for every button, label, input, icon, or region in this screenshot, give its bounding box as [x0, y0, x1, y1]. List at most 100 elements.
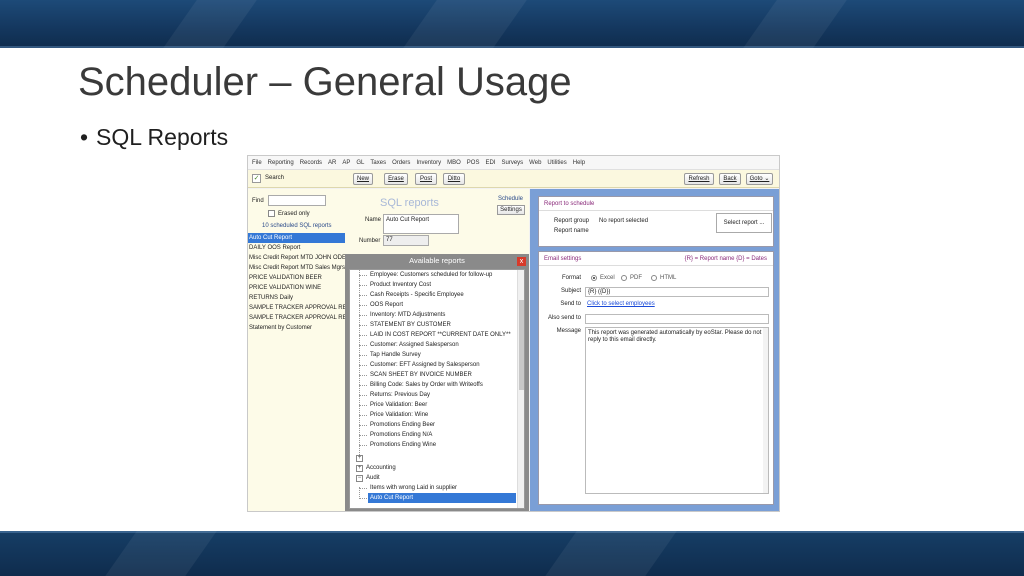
menu-item[interactable]: Help [573, 160, 585, 166]
email-settings-title: Email settings [544, 256, 582, 262]
find-input[interactable] [268, 195, 326, 206]
tree-line [359, 498, 367, 499]
tree-item[interactable]: Customer: Assigned Salesperson [370, 340, 459, 350]
settings-button[interactable]: Settings [497, 205, 525, 215]
tree-item[interactable]: Promotions Ending Beer [370, 420, 435, 430]
list-item[interactable]: PRICE VALIDATION WINE [248, 283, 345, 293]
also-send-to-field[interactable] [585, 314, 769, 324]
tree-item[interactable]: SCAN SHEET BY INVOICE NUMBER [370, 370, 472, 380]
menu-item[interactable]: Web [529, 160, 541, 166]
tree-line [359, 305, 367, 306]
tree-item[interactable]: Product Inventory Cost [370, 280, 431, 290]
select-employees-link[interactable]: Click to select employees [587, 301, 655, 307]
scheduled-count: 10 scheduled SQL reports [262, 223, 332, 229]
message-field[interactable]: This report was generated automatically … [585, 327, 769, 494]
goto-button[interactable]: Goto ⌄ [746, 173, 773, 185]
menu-item[interactable]: File [252, 160, 262, 166]
menu-item[interactable]: Records [300, 160, 322, 166]
list-item[interactable]: SAMPLE TRACKER APPROVAL REQ... [248, 313, 345, 323]
tree-item[interactable]: LAID IN COST REPORT **CURRENT DATE ONLY*… [370, 330, 511, 340]
band-line [0, 46, 1024, 48]
tree-line [359, 275, 367, 276]
tree-item[interactable]: Promotions Ending Wine [370, 440, 436, 450]
tree-item[interactable]: Billing Code: Sales by Order with Writeo… [370, 380, 483, 390]
back-button[interactable]: Back [719, 173, 741, 185]
tree-item[interactable]: Price Validation: Wine [370, 410, 428, 420]
number-field[interactable]: 77 [383, 235, 429, 246]
erase-button[interactable]: Erase [384, 173, 408, 185]
band-stripe [403, 0, 527, 48]
menu-item[interactable]: AR [328, 160, 336, 166]
list-item[interactable]: Statement by Customer [248, 323, 345, 333]
select-report-button[interactable]: Select report ... [716, 213, 772, 233]
toolbar: ✓ Search New Erase Post Ditto Refresh Ba… [248, 170, 779, 188]
expand-icon[interactable]: + [356, 465, 363, 472]
name-field[interactable]: Auto Cut Report [383, 214, 459, 234]
list-item[interactable]: PRICE VALIDATION BEER [248, 273, 345, 283]
tree-item[interactable]: Inventory: MTD Adjustments [370, 310, 445, 320]
post-button[interactable]: Post [415, 173, 437, 185]
tree-item[interactable]: Returns: Previous Day [370, 390, 430, 400]
menu-item[interactable]: GL [356, 160, 364, 166]
tree-item[interactable]: Customer: EFT Assigned by Salesperson [370, 360, 480, 370]
also-send-to-label: Also send to [547, 315, 581, 321]
menu-item[interactable]: Utilities [547, 160, 566, 166]
subject-field[interactable]: {R} ({D}) [585, 287, 769, 297]
list-item[interactable]: DAILY OOS Report [248, 243, 345, 253]
menu-item[interactable]: Inventory [416, 160, 441, 166]
tree-line [359, 425, 367, 426]
tree-item[interactable]: Cash Receipts - Specific Employee [370, 290, 464, 300]
new-button[interactable]: New [353, 173, 373, 185]
close-icon[interactable]: x [517, 257, 526, 266]
ditto-button[interactable]: Ditto [443, 173, 465, 185]
report-group-label: Report group [554, 218, 590, 224]
tree-line [359, 395, 367, 396]
tree-item[interactable]: Tap Handle Survey [370, 350, 421, 360]
tree-item[interactable]: STATEMENT BY CUSTOMER [370, 320, 451, 330]
list-item[interactable]: Auto Cut Report [248, 233, 345, 243]
menu-item[interactable]: Reporting [268, 160, 294, 166]
band-stripe [543, 531, 677, 576]
tree-line [359, 405, 367, 406]
tree-item[interactable]: OOS Report [370, 300, 403, 310]
format-excel-radio[interactable] [591, 275, 597, 281]
list-item[interactable]: RETURNS Daily [248, 293, 345, 303]
list-item[interactable]: Misc Credit Report MTD JOHN ODE... [248, 253, 345, 263]
scrollbar[interactable] [517, 270, 524, 508]
menu-item[interactable]: MBO [447, 160, 461, 166]
tree-line [359, 295, 367, 296]
tree-group-accounting[interactable]: Accounting [366, 463, 396, 473]
tree-item-selected[interactable]: Auto Cut Report [368, 493, 516, 503]
menu-item[interactable]: Surveys [501, 160, 523, 166]
search-checkbox[interactable]: ✓ [252, 174, 261, 183]
format-html-radio[interactable] [651, 275, 657, 281]
erased-only-checkbox[interactable] [268, 210, 275, 217]
collapse-icon[interactable]: − [356, 475, 363, 482]
menu-item[interactable]: POS [467, 160, 480, 166]
list-item[interactable]: Misc Credit Report MTD Sales Mgrs [248, 263, 345, 273]
menu-item[interactable]: Taxes [370, 160, 386, 166]
tree-item[interactable]: Employee: Customers scheduled for follow… [370, 270, 492, 280]
tree-line [359, 445, 367, 446]
divider [539, 210, 773, 211]
email-settings-box: Email settings {R} = Report name {D} = D… [538, 251, 774, 505]
tree-line [359, 335, 367, 336]
menu-item[interactable]: Orders [392, 160, 410, 166]
format-pdf-radio[interactable] [621, 275, 627, 281]
tree-item[interactable]: Items with wrong Laid in supplier [370, 483, 457, 493]
refresh-button[interactable]: Refresh [684, 173, 714, 185]
tree-line [359, 315, 367, 316]
menu-item[interactable]: EDI [485, 160, 495, 166]
scrollbar[interactable] [763, 328, 768, 493]
erased-only-label: Erased only [278, 211, 310, 217]
dialog-title: Available reports [409, 256, 465, 265]
scroll-thumb[interactable] [519, 300, 524, 390]
expand-icon[interactable]: + [356, 455, 363, 462]
tree-item[interactable]: Promotions Ending N/A [370, 430, 432, 440]
menu-item[interactable]: AP [342, 160, 350, 166]
list-item[interactable]: SAMPLE TRACKER APPROVAL REQ... [248, 303, 345, 313]
tree-item[interactable]: Price Validation: Beer [370, 400, 427, 410]
tree-group-audit[interactable]: Audit [366, 473, 380, 483]
find-label: Find [252, 198, 264, 204]
tree-line [359, 385, 367, 386]
